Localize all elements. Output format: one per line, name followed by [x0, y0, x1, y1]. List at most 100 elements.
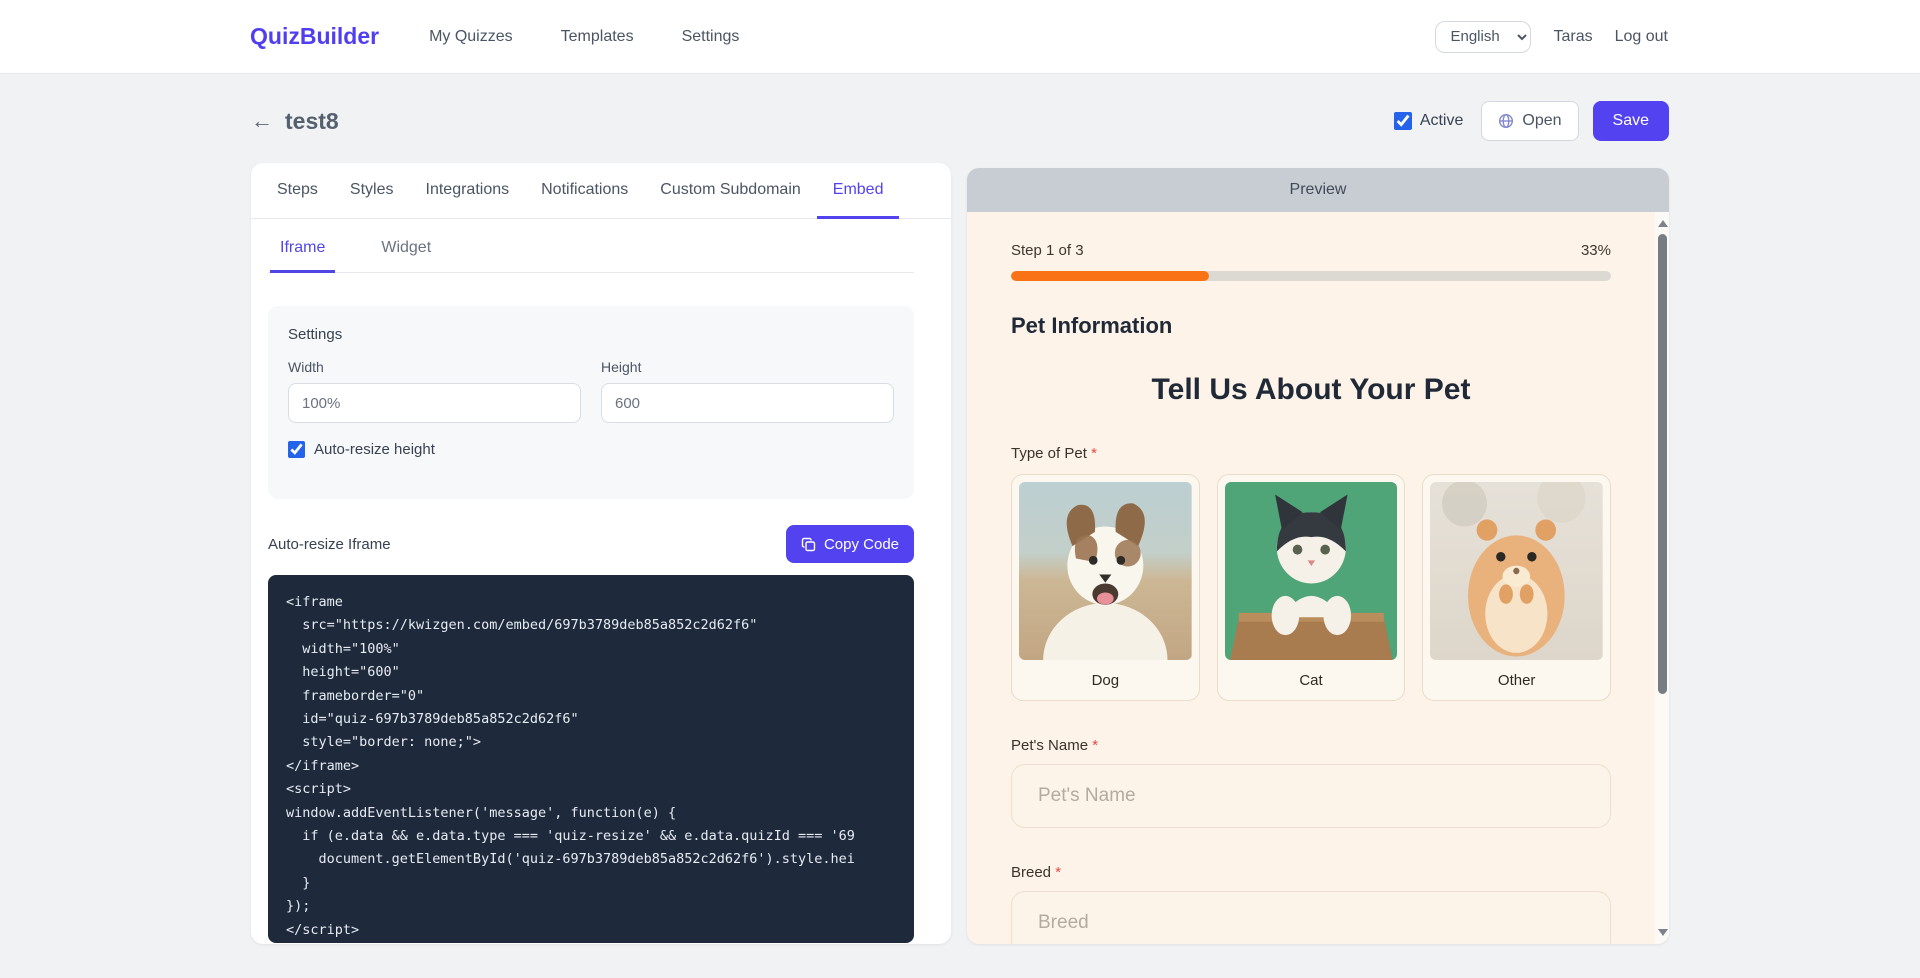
code-line: } — [286, 872, 896, 895]
pet-type-options: Dog — [1011, 474, 1611, 701]
iframe-settings-box: Settings Width Height Auto-resize height — [268, 306, 914, 499]
active-toggle[interactable]: Active — [1394, 112, 1464, 130]
required-asterisk: * — [1092, 737, 1098, 754]
code-line: <script> — [286, 778, 896, 801]
app-logo[interactable]: QuizBuilder — [250, 23, 379, 50]
progress-bar-track — [1011, 271, 1611, 281]
preview-scrollbar[interactable] — [1655, 212, 1669, 944]
required-asterisk: * — [1055, 864, 1061, 881]
open-button-label: Open — [1522, 112, 1561, 130]
subtab-widget[interactable]: Widget — [371, 239, 441, 273]
scroll-up-icon[interactable] — [1658, 220, 1668, 227]
height-label: Height — [601, 359, 894, 375]
active-checkbox[interactable] — [1394, 112, 1412, 130]
nav-item-my-quizzes[interactable]: My Quizzes — [429, 28, 513, 46]
option-label-other: Other — [1423, 660, 1610, 700]
option-card-dog[interactable]: Dog — [1011, 474, 1200, 701]
option-label-dog: Dog — [1012, 660, 1199, 700]
preview-scrollbar-thumb[interactable] — [1658, 234, 1667, 694]
code-section-title: Auto-resize Iframe — [268, 536, 391, 553]
code-line: width="100%" — [286, 638, 896, 661]
code-line: </script> — [286, 919, 896, 942]
navbar-right: English Taras Log out — [1435, 21, 1668, 53]
breed-text: Breed — [1011, 864, 1051, 881]
option-label-cat: Cat — [1218, 660, 1405, 700]
copy-icon — [801, 537, 816, 552]
preview-body: Step 1 of 3 33% Pet Information Tell Us … — [967, 212, 1669, 944]
nav-item-settings[interactable]: Settings — [682, 28, 740, 46]
logout-link[interactable]: Log out — [1615, 28, 1668, 46]
preview-header: Preview — [967, 168, 1669, 212]
option-card-cat[interactable]: Cat — [1217, 474, 1406, 701]
scroll-down-icon[interactable] — [1658, 929, 1668, 936]
code-line: }); — [286, 895, 896, 918]
tab-embed[interactable]: Embed — [817, 163, 900, 219]
back-arrow-icon[interactable]: ← — [251, 108, 273, 134]
code-line: </iframe> — [286, 755, 896, 778]
breed-label: Breed * — [1011, 864, 1611, 881]
code-line: style="border: none;"> — [286, 731, 896, 754]
preview-panel: Preview Step 1 of 3 33% Pet Information … — [967, 168, 1669, 944]
breed-input[interactable] — [1011, 891, 1611, 944]
header-actions: Active Open Save — [1394, 101, 1669, 141]
width-input[interactable] — [288, 383, 581, 423]
step-indicator: Step 1 of 3 — [1011, 242, 1084, 259]
settings-title: Settings — [288, 326, 894, 343]
autoresize-toggle[interactable]: Auto-resize height — [288, 441, 894, 458]
top-navbar: QuizBuilder My Quizzes Templates Setting… — [0, 0, 1920, 74]
preview-progress-fill — [1011, 271, 1209, 281]
pet-name-text: Pet's Name — [1011, 737, 1088, 754]
tab-steps[interactable]: Steps — [261, 163, 334, 219]
step-title: Pet Information — [1011, 313, 1611, 339]
active-label: Active — [1420, 112, 1464, 130]
pet-name-label: Pet's Name * — [1011, 737, 1611, 754]
question-title: Tell Us About Your Pet — [1011, 373, 1611, 407]
globe-icon — [1498, 113, 1514, 129]
code-line: src="https://kwizgen.com/embed/697b3789d… — [286, 614, 896, 637]
editor-tabs: Steps Styles Integrations Notifications … — [251, 163, 951, 219]
tab-custom-subdomain[interactable]: Custom Subdomain — [644, 163, 817, 219]
tab-notifications[interactable]: Notifications — [525, 163, 644, 219]
hamster-photo — [1430, 482, 1603, 660]
page-title: test8 — [285, 108, 339, 135]
copy-code-button[interactable]: Copy Code — [786, 525, 914, 563]
copy-code-label: Copy Code — [824, 536, 899, 553]
required-asterisk: * — [1091, 445, 1097, 462]
size-fields-row: Width Height — [288, 359, 894, 423]
height-field: Height — [601, 359, 894, 423]
open-button[interactable]: Open — [1481, 101, 1578, 141]
language-select[interactable]: English — [1435, 21, 1531, 53]
code-line: height="600" — [286, 661, 896, 684]
tab-integrations[interactable]: Integrations — [410, 163, 526, 219]
code-line: id="quiz-697b3789deb85a852c2d62f6" — [286, 708, 896, 731]
type-of-pet-label: Type of Pet * — [1011, 445, 1611, 462]
cat-photo — [1225, 482, 1398, 660]
code-line: if (e.data && e.data.type === 'quiz-resi… — [286, 825, 896, 848]
pet-name-input[interactable] — [1011, 764, 1611, 828]
height-input[interactable] — [601, 383, 894, 423]
nav-links: My Quizzes Templates Settings — [429, 28, 739, 46]
width-field: Width — [288, 359, 581, 423]
embed-code-block[interactable]: <iframe src="https://kwizgen.com/embed/6… — [268, 575, 914, 943]
save-button[interactable]: Save — [1593, 101, 1669, 141]
page-header: ← test8 Active Open Save — [251, 98, 1669, 144]
option-card-other[interactable]: Other — [1422, 474, 1611, 701]
width-label: Width — [288, 359, 581, 375]
editor-card: Steps Styles Integrations Notifications … — [251, 163, 951, 944]
step-progress-row: Step 1 of 3 33% — [1011, 242, 1611, 259]
code-line: <iframe — [286, 591, 896, 614]
username-label: Taras — [1553, 28, 1592, 46]
dog-photo — [1019, 482, 1192, 660]
subtab-iframe[interactable]: Iframe — [270, 239, 335, 273]
autoresize-checkbox[interactable] — [288, 441, 305, 458]
tab-styles[interactable]: Styles — [334, 163, 410, 219]
code-line: window.addEventListener('message', funct… — [286, 802, 896, 825]
autoresize-label: Auto-resize height — [314, 441, 435, 458]
progress-percent-label: 33% — [1581, 242, 1611, 259]
code-line: frameborder="0" — [286, 685, 896, 708]
type-of-pet-text: Type of Pet — [1011, 445, 1087, 462]
code-line: document.getElementById('quiz-697b3789de… — [286, 848, 896, 871]
code-header-row: Auto-resize Iframe Copy Code — [268, 525, 914, 563]
embed-subtabs: Iframe Widget — [268, 219, 914, 273]
nav-item-templates[interactable]: Templates — [561, 28, 634, 46]
